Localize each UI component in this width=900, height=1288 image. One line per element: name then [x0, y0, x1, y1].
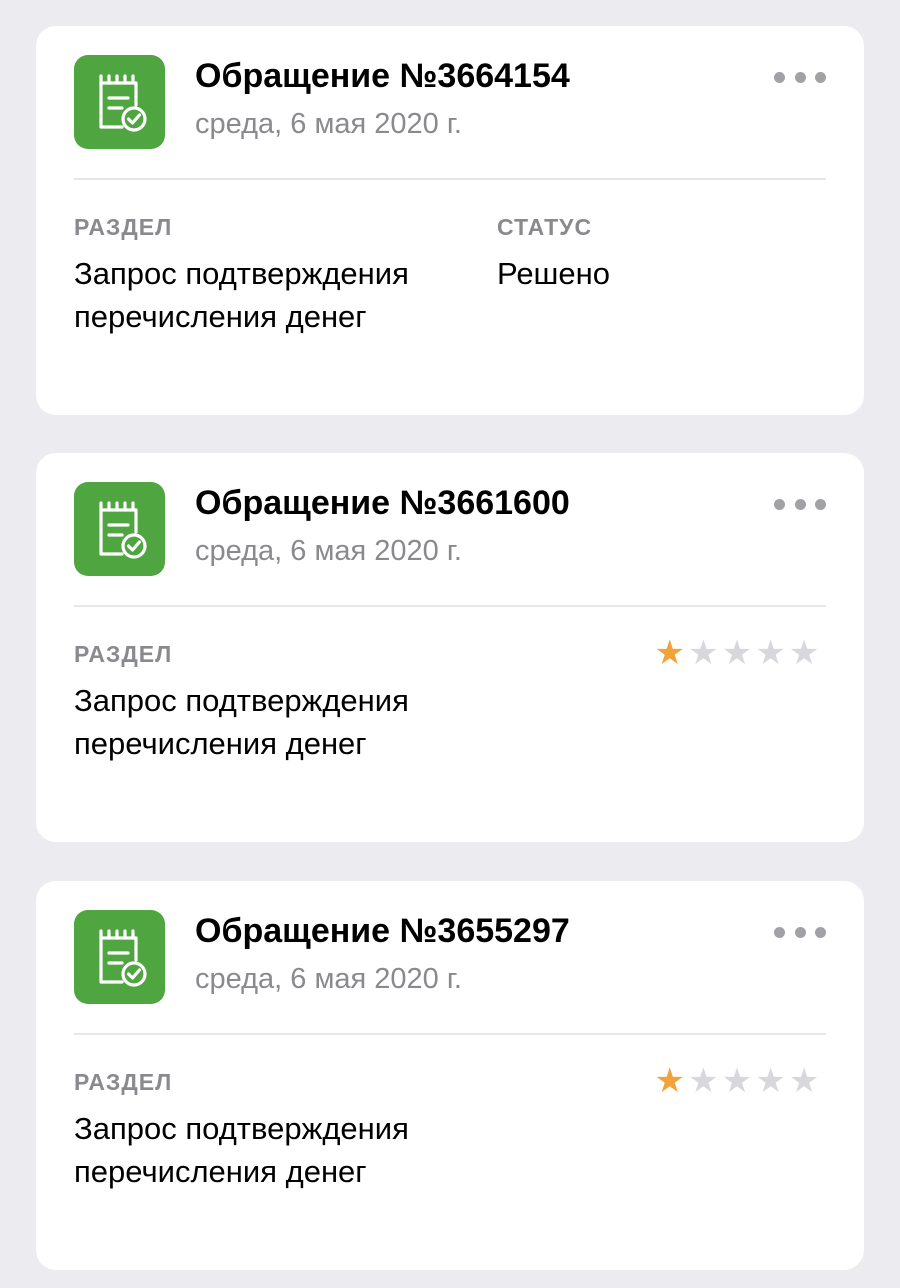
receipt-check-icon	[74, 482, 165, 576]
section-value: Запрос подтверждения перечисления денег	[74, 683, 409, 761]
ticket-card[interactable]: Обращение №3661600 среда, 6 мая 2020 г. …	[36, 453, 864, 842]
ticket-card[interactable]: Обращение №3664154 среда, 6 мая 2020 г. …	[36, 26, 864, 415]
section-label: РАЗДЕЛ	[74, 641, 173, 667]
status-label: СТАТУС	[497, 214, 593, 240]
dot-icon	[815, 926, 826, 938]
star-rating[interactable]: ★ ★ ★ ★ ★	[653, 634, 821, 672]
divider	[74, 605, 826, 607]
section-value: Запрос подтверждения перечисления денег	[74, 1111, 409, 1189]
ticket-card[interactable]: Обращение №3655297 среда, 6 мая 2020 г. …	[36, 881, 864, 1270]
dot-icon	[774, 71, 785, 83]
tickets-list: Обращение №3664154 среда, 6 мая 2020 г. …	[0, 0, 900, 1288]
receipt-check-icon	[74, 910, 165, 1004]
dot-icon	[794, 926, 806, 938]
dot-icon	[794, 498, 806, 510]
ticket-date: среда, 6 мая 2020 г.	[195, 963, 462, 995]
ticket-title: Обращение №3664154	[195, 57, 570, 95]
dot-icon	[815, 498, 826, 510]
ticket-title: Обращение №3661600	[195, 484, 570, 522]
more-options-button[interactable]	[774, 497, 826, 511]
star-empty-icon[interactable]: ★	[787, 1062, 821, 1100]
ticket-date: среда, 6 мая 2020 г.	[195, 535, 462, 567]
ticket-title: Обращение №3655297	[195, 912, 570, 950]
status-value: Решено	[497, 256, 611, 291]
star-empty-icon[interactable]: ★	[687, 634, 721, 672]
star-empty-icon[interactable]: ★	[720, 1062, 754, 1100]
divider	[74, 1033, 826, 1035]
more-options-button[interactable]	[774, 70, 826, 84]
dot-icon	[815, 71, 826, 83]
star-empty-icon[interactable]: ★	[787, 634, 821, 672]
star-empty-icon[interactable]: ★	[687, 1062, 721, 1100]
ticket-date: среда, 6 мая 2020 г.	[195, 108, 462, 140]
star-filled-icon[interactable]: ★	[653, 1062, 687, 1100]
more-options-button[interactable]	[774, 925, 826, 939]
dot-icon	[794, 71, 806, 83]
star-rating[interactable]: ★ ★ ★ ★ ★	[653, 1062, 821, 1100]
receipt-check-icon	[74, 55, 165, 149]
star-filled-icon[interactable]: ★	[653, 634, 687, 672]
divider	[74, 178, 826, 180]
section-value: Запрос подтверждения перечисления денег	[74, 256, 409, 334]
star-empty-icon[interactable]: ★	[754, 1062, 788, 1100]
star-empty-icon[interactable]: ★	[754, 634, 788, 672]
section-label: РАЗДЕЛ	[74, 1069, 173, 1095]
star-empty-icon[interactable]: ★	[720, 634, 754, 672]
dot-icon	[774, 926, 785, 938]
dot-icon	[774, 498, 785, 510]
section-label: РАЗДЕЛ	[74, 214, 173, 240]
